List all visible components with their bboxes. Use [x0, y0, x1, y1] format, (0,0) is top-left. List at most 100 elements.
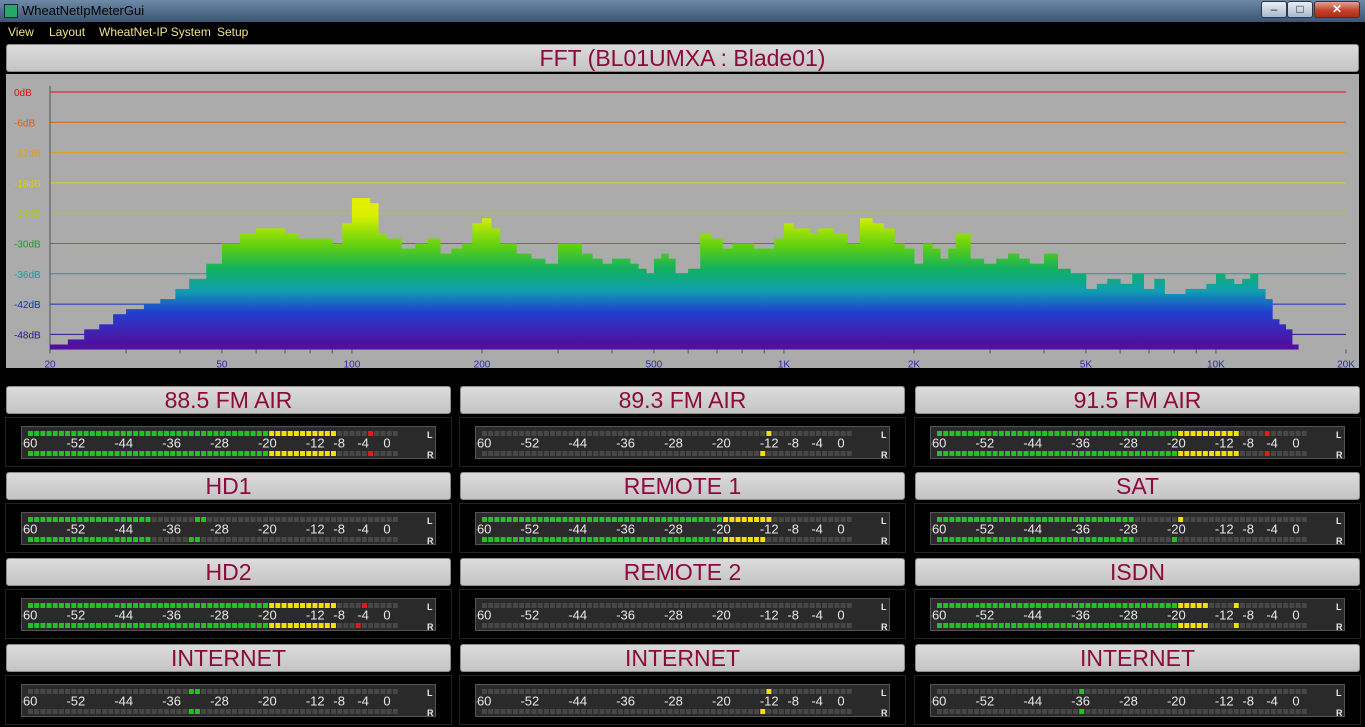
- meter-segment-lit: [961, 537, 967, 542]
- meter-segment-lit: [250, 623, 256, 628]
- meter-segment-lit: [281, 431, 287, 436]
- meter-segment-lit: [1215, 451, 1221, 456]
- meter-segment-lit: [114, 623, 120, 628]
- meter-scale-label: -60: [476, 694, 491, 709]
- fft-y-tick-label: -48dB: [14, 330, 41, 341]
- fft-bin: [310, 238, 322, 350]
- meter-scale-label: -12: [1215, 436, 1234, 451]
- meter-segment: [593, 623, 599, 628]
- meter-segment: [679, 623, 685, 628]
- meter-segment-lit: [574, 537, 580, 542]
- meter-segment: [392, 709, 398, 714]
- meter-segment: [1054, 689, 1060, 694]
- fft-bin: [581, 253, 593, 350]
- meter-segment: [1103, 689, 1109, 694]
- fft-bin: [491, 228, 501, 350]
- meter-segment: [219, 709, 225, 714]
- meter-segment: [673, 623, 679, 628]
- meter-segment: [618, 623, 624, 628]
- meter-segment: [293, 537, 299, 542]
- meter-segment: [1091, 689, 1097, 694]
- meter-segment-lit: [1060, 517, 1066, 522]
- meter-segment: [512, 431, 518, 436]
- close-button[interactable]: ✕: [1314, 1, 1360, 18]
- meter-segment: [488, 709, 494, 714]
- meter-segment-lit: [207, 623, 213, 628]
- fft-bin: [1070, 273, 1087, 350]
- meter-segment: [1277, 451, 1283, 456]
- window-title: WheatNetIpMeterGui: [22, 3, 145, 18]
- meter-segment: [1221, 537, 1227, 542]
- meter-segment: [392, 537, 398, 542]
- meter-scale-label: -60: [22, 522, 37, 537]
- meter-segment: [828, 517, 834, 522]
- fft-bin: [1057, 268, 1071, 350]
- meter-segment-lit: [275, 451, 281, 456]
- meter-segment-lit: [1171, 451, 1177, 456]
- meter-segment-lit: [1079, 537, 1085, 542]
- maximize-button[interactable]: □: [1287, 1, 1313, 18]
- meter-segment-lit: [250, 451, 256, 456]
- meter-segment: [986, 709, 992, 714]
- meter-scale-label: -28: [1119, 522, 1138, 537]
- meter-segment: [784, 623, 790, 628]
- meter-segment: [525, 451, 531, 456]
- meter-segment: [1209, 623, 1215, 628]
- meter-scale-label: -28: [1119, 436, 1138, 451]
- meter-segment: [337, 709, 343, 714]
- meter-segment: [998, 709, 1004, 714]
- fft-bin: [1225, 278, 1235, 350]
- meter-segment-lit: [986, 451, 992, 456]
- meter-scale-label: -8: [1242, 522, 1254, 537]
- meter-scale-label: -20: [258, 436, 277, 451]
- meter-segment: [34, 709, 40, 714]
- meter-segment: [201, 537, 207, 542]
- meter-segment: [1295, 709, 1301, 714]
- channel-right-label: R: [1336, 622, 1343, 632]
- meter-segment: [1054, 709, 1060, 714]
- meter-segment-lit: [157, 451, 163, 456]
- fft-bin: [1285, 329, 1293, 350]
- meter-segment-lit: [1060, 537, 1066, 542]
- meter-segment-lit: [1097, 431, 1103, 436]
- meter-segment: [655, 709, 661, 714]
- menu-wheatnet-ip-system[interactable]: WheatNet-IP System: [99, 25, 211, 39]
- meter-segment: [568, 709, 574, 714]
- meter-segment: [151, 689, 157, 694]
- menu-setup[interactable]: Setup: [217, 25, 248, 39]
- meter-segment: [300, 689, 306, 694]
- meter-segment: [1141, 709, 1147, 714]
- meter-segment: [686, 431, 692, 436]
- meter-segment: [324, 517, 330, 522]
- meter-segment: [293, 709, 299, 714]
- menu-view[interactable]: View: [8, 25, 34, 39]
- meter-scale-label: -8: [333, 436, 345, 451]
- meter-segment: [980, 709, 986, 714]
- minimize-button[interactable]: –: [1261, 1, 1287, 18]
- meter-segment: [803, 709, 809, 714]
- level-meter: -60 -52 -44 -36 -28 -20 -12 -8 -4 0 LR: [21, 426, 436, 460]
- meter-segment: [846, 451, 852, 456]
- meter-segment: [1258, 517, 1264, 522]
- meter-segment-lit: [642, 537, 648, 542]
- channel-right-label: R: [881, 450, 888, 460]
- meter-segment: [778, 603, 784, 608]
- meter-segment: [355, 537, 361, 542]
- meter-segment: [1141, 517, 1147, 522]
- meter-segment-lit: [998, 431, 1004, 436]
- meter-segment: [1233, 709, 1239, 714]
- meter-segment: [1196, 537, 1202, 542]
- meter-segment: [374, 431, 380, 436]
- meter-segment: [846, 709, 852, 714]
- meter-segment-lit: [1060, 431, 1066, 436]
- meter-segment: [232, 537, 238, 542]
- menu-layout[interactable]: Layout: [49, 25, 85, 39]
- meter-segment: [537, 451, 543, 456]
- meter-segment-lit: [1103, 623, 1109, 628]
- meter-segment-lit: [89, 623, 95, 628]
- meter-segment: [556, 451, 562, 456]
- meter-segment: [1295, 451, 1301, 456]
- meter-segment: [157, 709, 163, 714]
- meter-segment: [686, 603, 692, 608]
- channel-right-label: R: [427, 536, 434, 546]
